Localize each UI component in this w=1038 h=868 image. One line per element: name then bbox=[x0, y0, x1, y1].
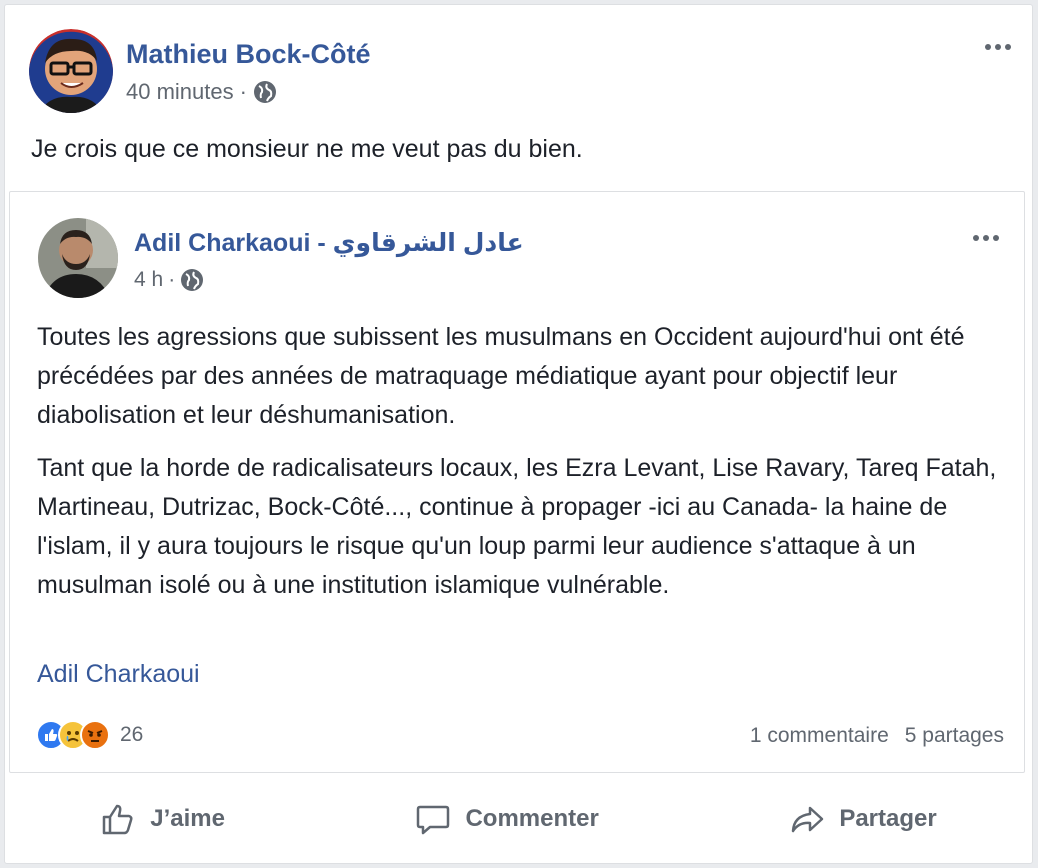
comment-icon bbox=[417, 805, 450, 835]
reactions-summary[interactable]: 26 bbox=[36, 720, 143, 750]
post-actions: J’aime Commenter Partager bbox=[5, 780, 1032, 858]
facebook-post-card: Mathieu Bock-Côté 40 minutes · Je crois … bbox=[4, 4, 1033, 864]
shared-post-body: Toutes les agressions que subissent les … bbox=[37, 318, 1017, 619]
shared-author-name[interactable]: Adil Charkaoui - عادل الشرقاوي bbox=[134, 228, 524, 258]
shared-author-avatar[interactable] bbox=[38, 218, 118, 298]
comment-button[interactable]: Commenter bbox=[395, 791, 618, 847]
meta-separator: · bbox=[239, 79, 247, 104]
shares-count[interactable]: 5 partages bbox=[905, 724, 1004, 748]
reaction-count[interactable]: 26 bbox=[120, 723, 143, 747]
angry-icon bbox=[80, 720, 110, 750]
post-text: Je crois que ce monsieur ne me veut pas … bbox=[31, 135, 583, 163]
like-button[interactable]: J’aime bbox=[80, 791, 245, 847]
post-stats: 1 commentaire 5 partages bbox=[750, 724, 1004, 748]
author-avatar[interactable] bbox=[29, 29, 113, 113]
shared-more-options-icon[interactable] bbox=[966, 228, 1006, 248]
like-label: J’aime bbox=[150, 805, 225, 832]
author-name[interactable]: Mathieu Bock-Côté bbox=[126, 39, 371, 70]
thumbs-up-icon bbox=[103, 804, 133, 835]
comment-label: Commenter bbox=[465, 805, 599, 832]
shared-paragraph: Toutes les agressions que subissent les … bbox=[37, 323, 965, 429]
globe-icon[interactable] bbox=[253, 80, 277, 104]
share-icon bbox=[792, 806, 824, 833]
more-options-icon[interactable] bbox=[978, 37, 1018, 57]
meta-separator: · bbox=[168, 268, 176, 291]
share-label: Partager bbox=[839, 805, 937, 832]
comments-count[interactable]: 1 commentaire bbox=[750, 724, 889, 748]
shared-post-timestamp[interactable]: 4 h bbox=[134, 268, 163, 292]
shared-post[interactable]: Adil Charkaoui - عادل الشرقاوي 4 h · Tou… bbox=[9, 191, 1025, 773]
source-link[interactable]: Adil Charkaoui bbox=[37, 660, 200, 689]
post-timestamp[interactable]: 40 minutes bbox=[126, 79, 234, 105]
share-button[interactable]: Partager bbox=[769, 791, 956, 847]
shared-paragraph: Tant que la horde de radicalisateurs loc… bbox=[37, 454, 997, 599]
shared-post-meta: 4 h · bbox=[134, 268, 204, 292]
post-meta: 40 minutes · bbox=[126, 79, 277, 105]
globe-icon[interactable] bbox=[180, 268, 204, 292]
